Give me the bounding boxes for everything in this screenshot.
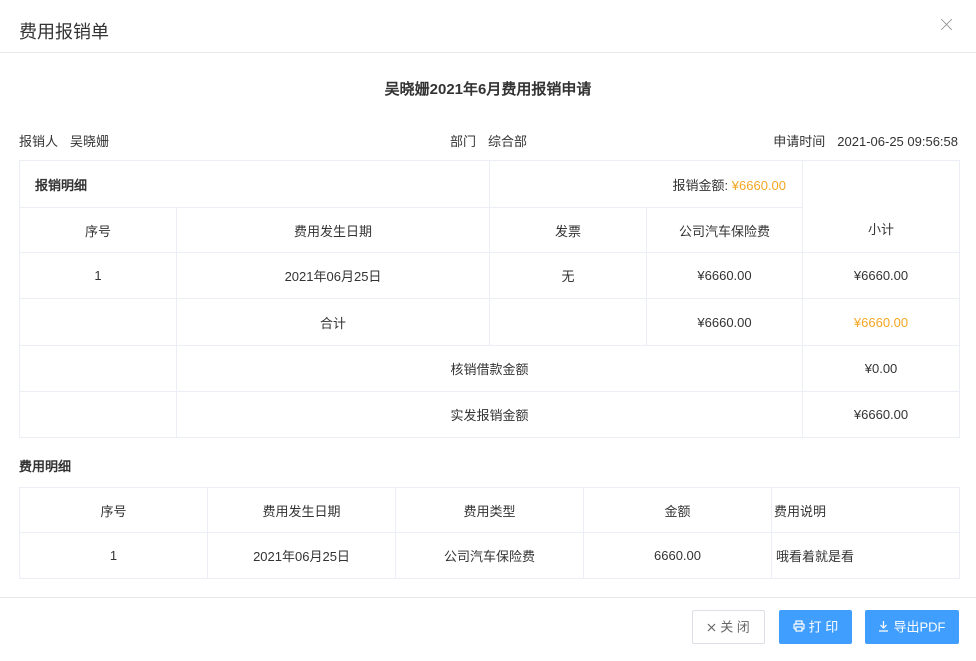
export-pdf-button[interactable]: 导出PDF bbox=[865, 610, 959, 644]
subtotal-header: 小计 bbox=[802, 160, 961, 253]
total-insurance: ¥6660.00 bbox=[646, 298, 804, 346]
dialog-footer: 关 闭 打 印 导出PDF bbox=[0, 597, 976, 661]
department-label: 部门 bbox=[450, 134, 477, 149]
applicant-info: 报销人 吴晓姗 bbox=[19, 131, 109, 150]
apply-time-label: 申请时间 bbox=[773, 134, 826, 149]
total-label: 合计 bbox=[175, 298, 491, 346]
detail-header-date: 费用发生日期 bbox=[207, 487, 396, 533]
cell-subtotal: ¥6660.00 bbox=[802, 252, 961, 299]
print-button[interactable]: 打 印 bbox=[779, 610, 852, 644]
detail-cell-date: 2021年06月25日 bbox=[207, 532, 396, 579]
close-icon[interactable] bbox=[938, 16, 956, 34]
applicant-value: 吴晓姗 bbox=[70, 134, 110, 149]
summary-table: 报销明细 报销金额: ¥6660.00 小计 序号 费用发生日期 发票 公司汽车… bbox=[18, 160, 961, 438]
header-insurance: 公司汽车保险费 bbox=[646, 207, 804, 253]
writeoff-row: 核销借款金额 ¥0.00 bbox=[19, 345, 961, 392]
detail-cell-type: 公司汽车保险费 bbox=[395, 532, 584, 579]
writeoff-label: 核销借款金额 bbox=[175, 345, 804, 392]
detail-header-type: 费用类型 bbox=[395, 487, 584, 533]
summary-section-title: 报销明细 bbox=[18, 160, 491, 208]
detail-cell-index: 1 bbox=[19, 532, 208, 579]
department-value: 综合部 bbox=[488, 134, 528, 149]
dialog-header: 费用报销单 bbox=[0, 0, 976, 53]
printer-icon bbox=[793, 612, 805, 644]
apply-time-info: 申请时间 2021-06-25 09:56:58 bbox=[773, 131, 958, 150]
document-title: 吴晓姗2021年6月费用报销申请 bbox=[384, 81, 592, 98]
writeoff-value: ¥0.00 bbox=[802, 345, 961, 392]
department-info: 部门 综合部 bbox=[450, 131, 527, 150]
reimburse-amount: 报销金额: ¥6660.00 bbox=[489, 160, 804, 208]
total-row: 合计 ¥6660.00 ¥6660.00 bbox=[19, 298, 961, 346]
total-subtotal: ¥6660.00 bbox=[802, 298, 961, 346]
actual-row: 实发报销金额 ¥6660.00 bbox=[19, 391, 961, 438]
apply-time-value: 2021-06-25 09:56:58 bbox=[837, 134, 958, 149]
cell-index: 1 bbox=[19, 252, 177, 299]
export-pdf-button-label: 导出PDF bbox=[893, 619, 946, 635]
cell-invoice: 无 bbox=[489, 252, 648, 299]
detail-header-amount: 金额 bbox=[583, 487, 772, 533]
detail-cell-note: 哦看着就是看 bbox=[771, 532, 960, 579]
cell-date: 2021年06月25日 bbox=[175, 252, 491, 299]
header-index: 序号 bbox=[19, 207, 177, 253]
detail-section-title: 费用明细 bbox=[19, 459, 72, 474]
applicant-label: 报销人 bbox=[19, 134, 59, 149]
table-row: 1 2021年06月25日 公司汽车保险费 6660.00 哦看着就是看 bbox=[19, 532, 960, 579]
reimburse-amount-value: ¥6660.00 bbox=[731, 177, 787, 193]
detail-header-index: 序号 bbox=[19, 487, 208, 533]
reimburse-amount-label: 报销金额: bbox=[672, 177, 729, 193]
header-invoice: 发票 bbox=[489, 207, 648, 253]
table-row: 1 2021年06月25日 无 ¥6660.00 ¥6660.00 bbox=[19, 252, 961, 299]
actual-label: 实发报销金额 bbox=[175, 391, 804, 438]
close-button[interactable]: 关 闭 bbox=[692, 610, 765, 644]
detail-header-note: 费用说明 bbox=[771, 487, 960, 533]
detail-cell-amount: 6660.00 bbox=[583, 532, 772, 579]
print-button-label: 打 印 bbox=[808, 619, 839, 635]
close-button-label: 关 闭 bbox=[720, 619, 750, 635]
cell-insurance: ¥6660.00 bbox=[646, 252, 804, 299]
detail-table: 序号 费用发生日期 费用类型 金额 费用说明 1 2021年06月25日 公司汽… bbox=[19, 487, 960, 579]
dialog-title: 费用报销单 bbox=[19, 22, 109, 42]
header-date: 费用发生日期 bbox=[175, 207, 491, 253]
actual-value: ¥6660.00 bbox=[802, 391, 961, 438]
close-icon bbox=[707, 612, 716, 644]
download-icon bbox=[878, 612, 889, 644]
